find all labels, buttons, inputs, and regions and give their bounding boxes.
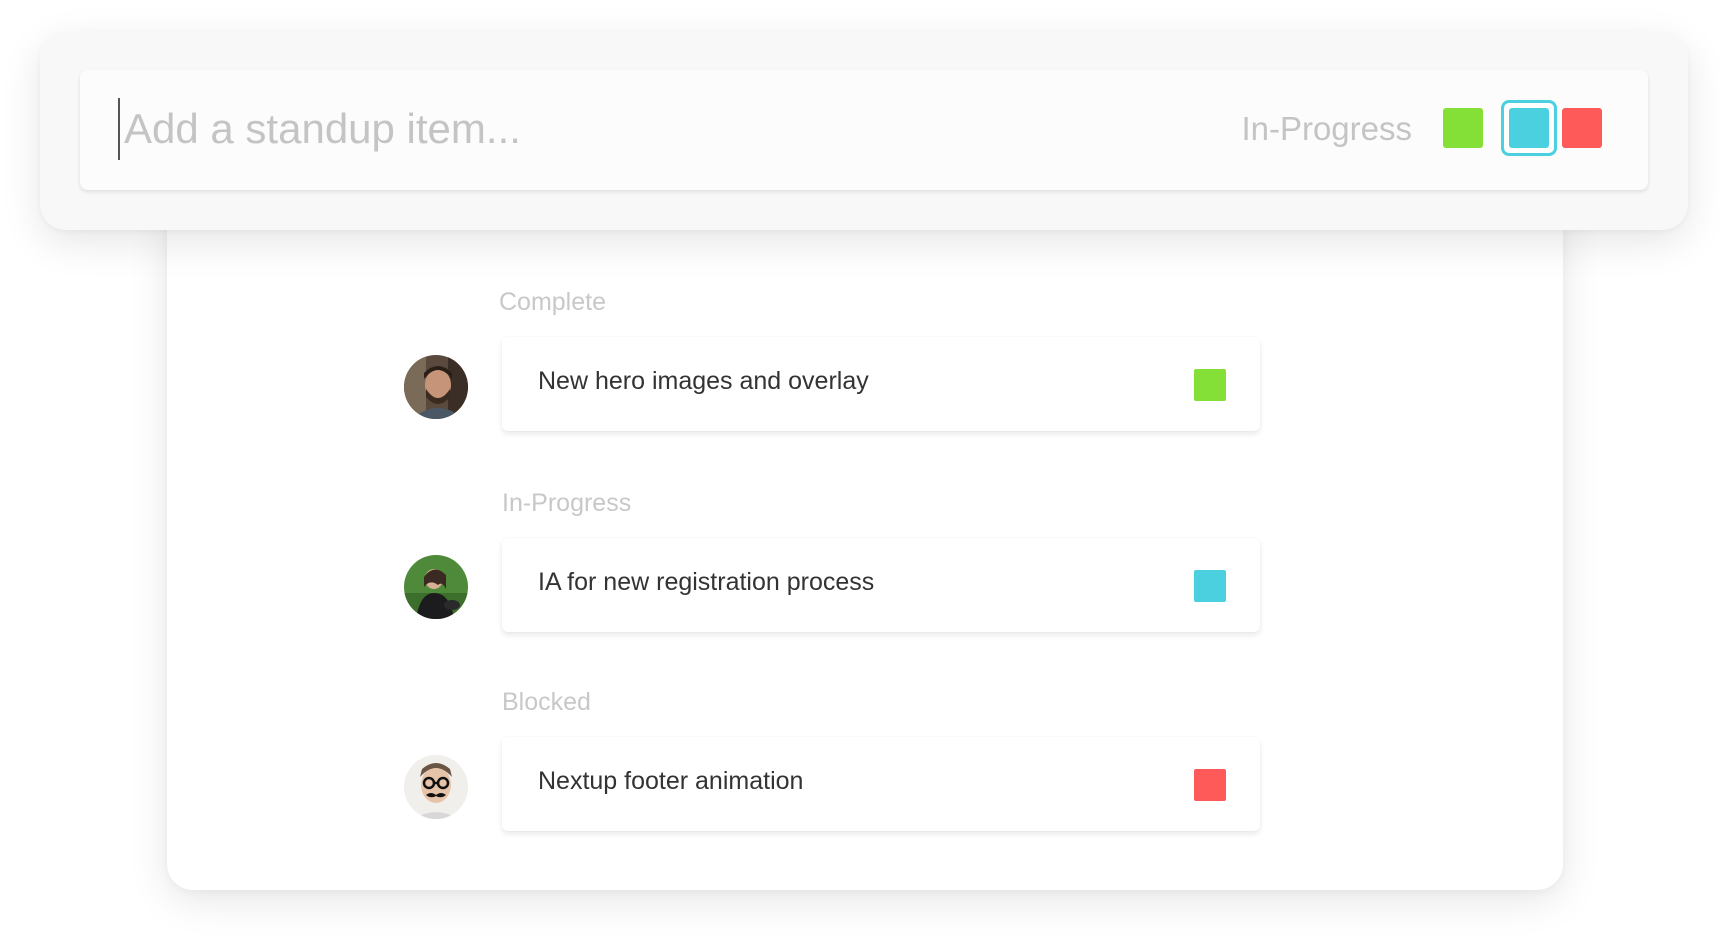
avatar-man-beard-image [404,355,468,419]
status-complete-indicator [1194,369,1226,401]
status-in-progress-indicator [1194,570,1226,602]
section-label-complete: Complete [499,288,606,316]
status-in-progress-swatch [1509,108,1549,148]
avatar-woman-grass [404,555,468,619]
composer-bar: In-Progress [80,70,1648,190]
standup-item-text: Nextup footer animation [538,767,804,795]
status-blocked-button[interactable] [1562,108,1602,148]
standup-item-text: IA for new registration process [538,568,875,596]
avatar-man-glasses-mustache [404,755,468,819]
avatar-woman-grass-image [404,555,468,619]
standup-app: In-Progress Complete New hero images and… [0,0,1720,936]
standup-item-card[interactable]: New hero images and overlay [502,337,1260,431]
standup-item-input[interactable] [118,98,1124,160]
section-label-in-progress: In-Progress [502,489,632,517]
standup-item-card[interactable]: IA for new registration process [502,538,1260,632]
status-complete-button[interactable] [1443,108,1483,148]
section-label-blocked: Blocked [502,688,591,716]
composer-panel: In-Progress [40,32,1688,230]
standup-item-text: New hero images and overlay [538,367,869,395]
status-blocked-indicator [1194,769,1226,801]
selected-status-label: In-Progress [1241,110,1412,147]
avatar-man-beard [404,355,468,419]
status-in-progress-button[interactable] [1501,100,1557,156]
avatar-man-glasses-mustache-image [404,755,468,819]
standup-item-card[interactable]: Nextup footer animation [502,737,1260,831]
